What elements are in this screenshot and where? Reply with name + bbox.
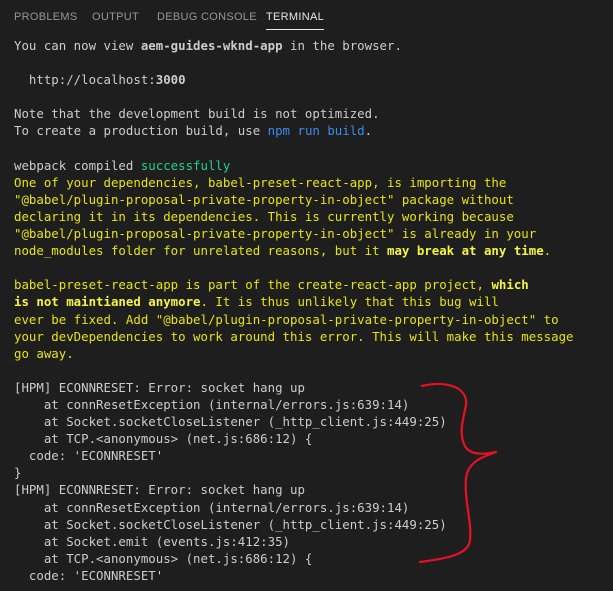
terminal-text: One of your dependencies, babel-preset-r… [14,174,507,190]
terminal-text: at Socket.emit (events.js:412:35) [14,533,291,549]
panel-tab-bar: PROBLEMS OUTPUT DEBUG CONSOLE TERMINAL [0,0,613,34]
tab-debug-console[interactable]: DEBUG CONSOLE [157,0,257,34]
terminal-text: webpack compiled [14,157,141,173]
terminal-line: ever be fixed. Add "@babel/plugin-propos… [14,311,604,328]
terminal-text: . [543,243,552,259]
terminal-output[interactable]: You can now view aem-guides-wknd-app in … [14,37,604,591]
terminal-text: successfully [140,157,231,173]
terminal-text: [HPM] ECONNRESET: Error: socket hang up [14,482,305,498]
terminal-text: at Socket.socketCloseListener (_http_cli… [14,516,447,532]
terminal-line: } [14,464,604,481]
terminal-line: [HPM] ECONNRESET: Error: socket hang up [14,481,604,498]
terminal-line: "@babel/plugin-proposal-private-property… [14,191,604,208]
terminal-text: is not maintianed anymore [14,294,201,310]
terminal-text: 3000 [155,72,186,88]
terminal-line: code: 'ECONNRESET' [14,447,604,464]
terminal-text: http://localhost: [14,72,156,88]
terminal-line: http://localhost:3000 [14,71,604,88]
terminal-text: aem-guides-wknd-app [140,38,283,53]
tab-terminal[interactable]: TERMINAL [266,0,325,34]
terminal-line: declaring it in its dependencies. This i… [14,208,604,225]
terminal-text: declaring it in its dependencies. This i… [14,208,514,224]
terminal-text: may break at any time [387,243,544,259]
terminal-line: node_modules folder for unrelated reason… [14,242,604,259]
terminal-line: To create a production build, use npm ru… [14,122,604,139]
terminal-text: at TCP.<anonymous> (net.js:686:12) { [14,431,313,447]
terminal-text: . It is thus unlikely that this bug will [200,294,499,310]
terminal-text: at connResetException (internal/errors.j… [14,396,410,412]
terminal-line: code: 'ECONNRESET' [14,567,604,584]
terminal-line: go away. [14,345,604,362]
terminal-line: at Socket.emit (events.js:412:35) [14,533,604,550]
terminal-text: babel-preset-react-app is part of the cr… [14,277,492,293]
terminal-text: } [14,465,22,481]
terminal-text: at connResetException (internal/errors.j… [14,499,410,515]
terminal-line: You can now view aem-guides-wknd-app in … [14,37,604,54]
terminal-text: at TCP.<anonymous> (net.js:686:12) { [14,550,313,566]
terminal-text: in the browser. [282,38,402,53]
terminal-line: your devDependencies to work around this… [14,328,604,345]
terminal-line: [HPM] ECONNRESET: Error: socket hang up [14,379,604,396]
terminal-line: webpack compiled successfully [14,157,604,174]
terminal-text: "@babel/plugin-proposal-private-property… [14,191,514,207]
terminal-text: code: 'ECONNRESET' [14,567,164,583]
terminal-line: at Socket.socketCloseListener (_http_cli… [14,516,604,533]
terminal-text: code: 'ECONNRESET' [14,448,164,464]
terminal-line: at Socket.socketCloseListener (_http_cli… [14,413,604,430]
terminal-text: which [491,277,529,293]
terminal-line: at connResetException (internal/errors.j… [14,396,604,413]
tab-output[interactable]: OUTPUT [92,0,139,34]
terminal-text: node_modules folder for unrelated reason… [14,243,387,259]
tab-problems[interactable]: PROBLEMS [14,0,78,34]
terminal-text: ever be fixed. Add "@babel/plugin-propos… [14,311,559,327]
terminal-line: Note that the development build is not o… [14,105,604,122]
terminal-text: Note that the development build is not o… [14,106,380,122]
terminal-line: One of your dependencies, babel-preset-r… [14,174,604,191]
terminal-line: "@babel/plugin-proposal-private-property… [14,225,604,242]
terminal-text: go away. [14,345,74,361]
terminal-text: your devDependencies to work around this… [14,328,574,344]
terminal-text: To create a production build, use [14,123,268,139]
terminal-line: at TCP.<anonymous> (net.js:686:12) { [14,550,604,567]
terminal-text: npm run build [267,123,365,139]
terminal-text: [HPM] ECONNRESET: Error: socket hang up [14,379,305,395]
terminal-line: at connResetException (internal/errors.j… [14,499,604,516]
terminal-text: . [364,123,373,139]
terminal-line: is not maintianed anymore. It is thus un… [14,293,604,310]
terminal-line: babel-preset-react-app is part of the cr… [14,276,604,293]
terminal-text: at Socket.socketCloseListener (_http_cli… [14,414,447,430]
terminal-text: You can now view [14,38,141,53]
terminal-line: at TCP.<anonymous> (net.js:686:12) { [14,430,604,447]
terminal-text: "@babel/plugin-proposal-private-property… [14,226,537,242]
